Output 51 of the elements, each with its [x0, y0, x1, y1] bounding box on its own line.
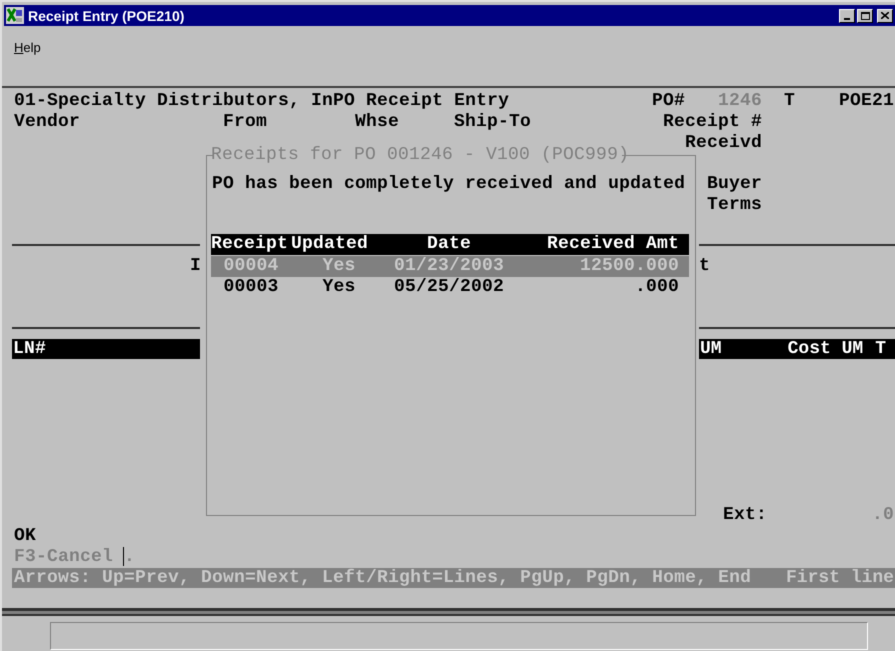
table-cell-text: 05/25/2002: [392, 277, 506, 298]
table-cell-text: 12500.000: [578, 256, 680, 277]
column-header: Date: [426, 234, 472, 255]
cancel-option: F3-Cancel: [14, 547, 114, 568]
field-label: Whse: [355, 112, 400, 133]
column-header-bar: LN#: [12, 339, 200, 359]
po-type-code: T: [784, 91, 796, 112]
ext-value: .0: [872, 505, 894, 526]
field-label: Vendor: [14, 112, 80, 133]
po-number: 1246: [718, 91, 762, 112]
screen-title: 01-Specialty Distributors, InPO Receipt Entry: [14, 91, 510, 112]
column-header: Receipt: [211, 234, 290, 255]
table-cell-text: 01/23/2003: [392, 256, 506, 277]
maximize-button[interactable]: [857, 8, 873, 22]
close-button[interactable]: [877, 8, 893, 22]
field-label: Buyer: [707, 174, 762, 195]
minimize-button[interactable]: [839, 8, 855, 22]
ext-label: Ext:: [723, 505, 768, 526]
minimize-icon: [844, 18, 850, 20]
app-icon: [6, 7, 24, 24]
program-id: POE21: [839, 91, 894, 112]
text-cursor: [123, 547, 124, 566]
table-cell-text: Yes: [321, 277, 356, 298]
field-label: Receipt #: [663, 112, 762, 133]
po-label: PO#: [652, 91, 686, 112]
status-message: First line: [786, 568, 894, 588]
field-label: Receivd: [685, 133, 762, 154]
text-fragment: t: [699, 256, 710, 277]
text-fragment: I: [190, 256, 202, 277]
column-header: T: [875, 339, 886, 359]
table-cell-text: .000: [634, 277, 680, 298]
window-title: Receipt Entry (POE210): [28, 8, 184, 22]
dialog-message: PO has been completely received and updated: [212, 174, 686, 195]
menu-item[interactable]: Help: [12, 38, 43, 58]
column-header: Received Amt: [546, 234, 680, 255]
column-header: UM: [700, 339, 722, 359]
input-text: .: [124, 547, 136, 568]
table-cell-text: 00003: [222, 277, 280, 298]
maximize-icon: [860, 12, 870, 20]
field-label: Terms: [707, 195, 762, 216]
help-text: Arrows: Up=Prev, Down=Next, Left/Right=Lines, PgUp, PgDn, Home, End: [14, 568, 752, 588]
field-label: Ship-To: [454, 112, 532, 133]
close-icon: [881, 12, 889, 19]
table-cell-text: 00004: [222, 256, 280, 277]
field-label: From: [223, 112, 268, 133]
dialog-title: Receipts for PO 001246 - V100 (POC999): [211, 145, 630, 166]
column-header: Cost UM: [788, 339, 864, 359]
column-header: Updated: [291, 234, 370, 255]
table-row[interactable]: 00003 Yes 05/25/2002 .000: [211, 277, 689, 298]
table-cell-text: Yes: [321, 256, 356, 277]
ok-option: OK: [14, 526, 36, 547]
